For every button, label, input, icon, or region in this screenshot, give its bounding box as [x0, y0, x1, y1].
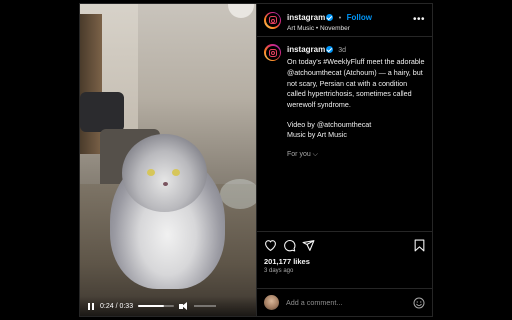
header-username[interactable]: instagram — [287, 13, 325, 22]
user-avatar — [264, 295, 279, 310]
caption-section: instagram 3d On today’s #WeeklyFluff mee… — [257, 37, 432, 231]
caption-avatar[interactable] — [264, 44, 281, 61]
caption-text: On today’s #WeeklyFluff meet the adorabl… — [287, 57, 425, 109]
post-modal: 0:24 / 0:33 instagram • Follow Art Music… — [79, 3, 433, 317]
caption-time: 3d — [338, 47, 347, 54]
volume-icon[interactable] — [179, 301, 189, 311]
emoji-icon[interactable] — [413, 297, 425, 309]
heart-icon[interactable] — [264, 239, 277, 251]
more-options-icon[interactable]: ••• — [413, 15, 425, 25]
follow-button[interactable]: Follow — [347, 13, 372, 22]
caption-credit-music: Music by Art Music — [287, 130, 347, 140]
video-progress-bar[interactable] — [138, 305, 175, 307]
comment-input[interactable] — [286, 298, 406, 307]
instagram-logo-icon — [268, 48, 277, 57]
verified-badge-icon — [326, 46, 334, 53]
pause-icon[interactable] — [86, 302, 95, 311]
post-sidebar: instagram • Follow Art Music • November … — [256, 4, 432, 316]
caption-username[interactable]: instagram — [287, 45, 325, 54]
video-player[interactable]: 0:24 / 0:33 — [80, 4, 256, 316]
post-actions: 201,177 likes 3 days ago — [257, 231, 432, 288]
comment-bar — [257, 288, 432, 316]
post-header: instagram • Follow Art Music • November … — [257, 4, 432, 37]
video-controls: 0:24 / 0:33 — [80, 296, 256, 316]
likes-count[interactable]: 201,177 likes — [264, 257, 425, 266]
for-you-dropdown[interactable]: For you ⌵ — [287, 150, 425, 160]
volume-slider[interactable] — [194, 305, 217, 307]
instagram-logo-icon — [268, 16, 277, 24]
bookmark-icon[interactable] — [414, 239, 425, 252]
caption-credit-video: Video by @atchoumthecat — [287, 119, 372, 129]
video-time: 0:24 / 0:33 — [100, 302, 134, 310]
verified-badge-icon — [326, 14, 334, 22]
posted-time: 3 days ago — [264, 268, 294, 274]
comment-icon[interactable] — [283, 239, 296, 252]
share-icon[interactable] — [302, 239, 315, 252]
audio-label[interactable]: Art Music • November — [287, 25, 407, 32]
profile-avatar[interactable] — [264, 11, 281, 29]
